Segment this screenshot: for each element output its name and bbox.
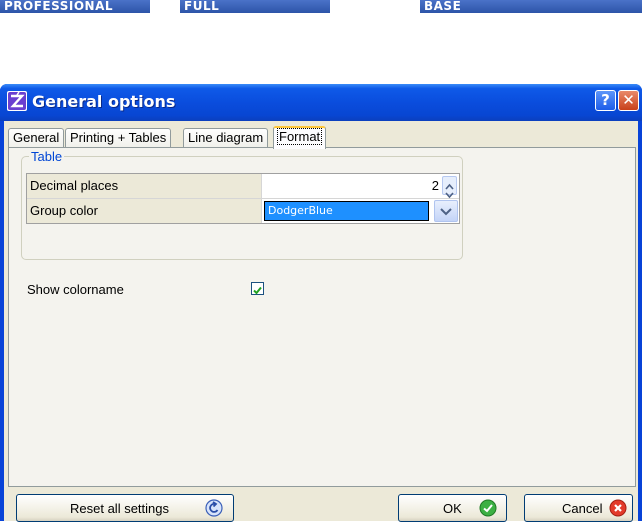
property-row-group-color: Group color DodgerBlue (27, 199, 459, 223)
tab-line-diagram[interactable]: Line diagram (183, 128, 269, 148)
reset-button-label: Reset all settings (70, 501, 169, 516)
tab-general[interactable]: General (8, 128, 65, 148)
decimal-places-label: Decimal places (27, 174, 262, 198)
cancel-button-label: Cancel (562, 501, 603, 516)
title-bar[interactable]: General options ? ✕ (0, 84, 642, 121)
tab-format[interactable]: Format (273, 126, 327, 149)
decimal-places-stepper[interactable] (442, 176, 457, 199)
group-color-field[interactable]: DodgerBlue (262, 199, 459, 223)
app-logo-icon[interactable] (7, 91, 27, 111)
reset-all-settings-button[interactable]: Reset all settings (16, 494, 234, 522)
close-button[interactable]: ✕ (618, 90, 639, 111)
window-title: General options (32, 92, 176, 111)
help-button[interactable]: ? (595, 90, 616, 111)
ok-button[interactable]: OK (398, 494, 507, 522)
property-grid: Decimal places 2 Group color DodgerBlue (26, 173, 460, 224)
check-mark-icon (253, 286, 262, 295)
show-colorname-checkbox[interactable] (251, 282, 264, 295)
edition-bar: PROFESSIONAL FULL BASE (0, 0, 642, 16)
check-circle-icon (479, 499, 497, 517)
dialog-client-area: General Printing + Tables Line diagram F… (4, 121, 638, 522)
x-circle-icon (609, 499, 627, 517)
edition-base[interactable]: BASE (420, 0, 642, 13)
chevron-down-icon (440, 208, 452, 216)
edition-professional[interactable]: PROFESSIONAL (0, 0, 150, 13)
property-row-decimal-places: Decimal places 2 (27, 174, 459, 199)
show-colorname-label: Show colorname (27, 282, 124, 297)
decimal-places-value[interactable]: 2 (432, 174, 439, 198)
tab-format-label: Format (276, 128, 323, 145)
table-group-legend: Table (29, 149, 65, 164)
group-color-label: Group color (27, 199, 262, 223)
table-group: Table Decimal places 2 Group color Dodge… (21, 149, 463, 260)
spin-down-icon[interactable] (445, 186, 454, 199)
general-options-window: General options ? ✕ General Printing + T… (0, 84, 642, 522)
ok-button-label: OK (443, 501, 462, 516)
decimal-places-field[interactable]: 2 (262, 174, 459, 199)
undo-arrow-icon (205, 499, 223, 517)
tab-printing-tables[interactable]: Printing + Tables (65, 128, 172, 148)
group-color-dropdown-button[interactable] (434, 200, 458, 222)
format-tab-panel: Table Decimal places 2 Group color Dodge… (8, 147, 636, 487)
cancel-button[interactable]: Cancel (524, 494, 633, 522)
group-color-value[interactable]: DodgerBlue (264, 201, 429, 221)
spin-up-icon[interactable] (445, 178, 454, 190)
edition-full[interactable]: FULL (180, 0, 330, 13)
